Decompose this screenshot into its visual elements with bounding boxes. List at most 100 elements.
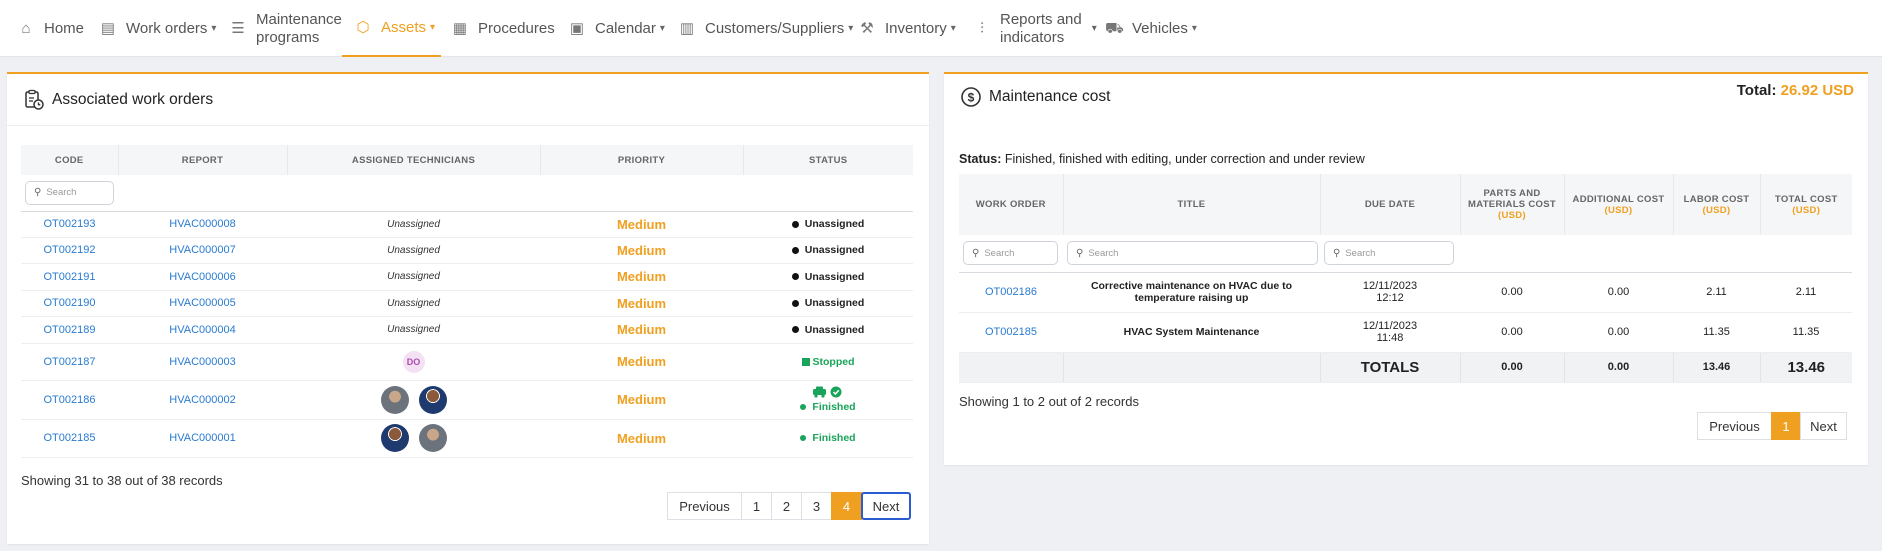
previous-button[interactable]: Previous	[1697, 412, 1772, 440]
col-status[interactable]: STATUS	[743, 145, 913, 175]
page-4-button[interactable]: 4	[831, 492, 862, 520]
maintenance-cost-table: WORK ORDER TITLE DUE DATE PARTS AND MATE…	[959, 174, 1852, 383]
code-link[interactable]: OT002190	[21, 290, 118, 317]
table-row[interactable]: OT002187 HVAC000003 DO Medium Stopped	[21, 343, 913, 381]
nav-customers-suppliers[interactable]: ▥ Customers/Suppliers ▾	[678, 0, 853, 57]
previous-button[interactable]: Previous	[667, 492, 742, 520]
totals-total: 13.46	[1760, 352, 1852, 383]
report-link[interactable]: HVAC000004	[118, 316, 287, 344]
calendar-icon: ▣	[569, 19, 585, 37]
col-assigned-technicians[interactable]: ASSIGNED TECHNICIANS	[287, 145, 541, 175]
work-order-search-input[interactable]: ⚲ Search	[963, 241, 1058, 266]
clipboard-list-icon: ▦	[452, 19, 468, 37]
table-row[interactable]: OT002192 HVAC000007 Unassigned Medium Un…	[21, 237, 913, 264]
status-dot-icon	[800, 404, 807, 411]
table-row[interactable]: OT002190 HVAC000005 Unassigned Medium Un…	[21, 290, 913, 317]
col-due-date[interactable]: DUE DATE	[1320, 174, 1461, 235]
code-search-input[interactable]: ⚲ Search	[25, 180, 114, 205]
next-button[interactable]: Next	[1800, 412, 1847, 440]
search-icon: ⚲	[34, 187, 42, 199]
report-link[interactable]: HVAC000003	[118, 343, 287, 381]
page-1-button[interactable]: 1	[741, 492, 772, 520]
work-order-link[interactable]: OT002186	[959, 272, 1063, 313]
table-row[interactable]: OT002185 HVAC System Maintenance 12/11/2…	[959, 312, 1852, 353]
table-row[interactable]: OT002186 Corrective maintenance on HVAC …	[959, 272, 1852, 313]
nav-vehicles[interactable]: ⛟ Vehicles ▾	[1105, 0, 1197, 57]
nav-calendar[interactable]: ▣ Calendar ▾	[568, 0, 665, 57]
status-dot-icon	[800, 435, 807, 442]
nav-home[interactable]: ⌂ Home	[17, 0, 84, 57]
nav-procedures[interactable]: ▦ Procedures	[451, 0, 555, 57]
nav-maintenance-programs[interactable]: ☰ Maintenance programs	[229, 0, 342, 57]
code-link[interactable]: OT002191	[21, 263, 118, 291]
report-link[interactable]: HVAC000001	[118, 419, 287, 458]
technician-cell	[287, 419, 540, 458]
report-link[interactable]: HVAC000005	[118, 290, 287, 317]
col-additional-cost[interactable]: ADDITIONAL COST (USD)	[1564, 174, 1674, 235]
total-cost-cell: 11.35	[1760, 312, 1852, 353]
code-link[interactable]: OT002186	[21, 380, 118, 420]
work-order-link[interactable]: OT002185	[959, 312, 1063, 353]
due-date-cell: 12/11/2023 12:12	[1320, 272, 1460, 313]
truck-icon: ⛟	[1105, 19, 1124, 37]
col-code[interactable]: CODE	[21, 145, 119, 175]
avatar[interactable]	[380, 424, 409, 452]
col-title[interactable]: TITLE	[1063, 174, 1321, 235]
nav-reports-indicators[interactable]: ⫶ Reports and indicators ▾	[973, 0, 1097, 57]
vehicle-check-icon	[813, 386, 842, 398]
technician-cell: Unassigned	[287, 316, 540, 344]
stop-square-icon	[801, 357, 810, 366]
avatar[interactable]	[380, 385, 409, 414]
page-1-button[interactable]: 1	[1771, 412, 1801, 440]
due-date-search-input[interactable]: ⚲ Search	[1324, 241, 1454, 266]
table-row[interactable]: OT002185 HVAC000001 Medium Finished	[21, 419, 913, 458]
nav-assets[interactable]: ⬡ Assets ▾	[342, 0, 441, 57]
report-link[interactable]: HVAC000007	[118, 237, 287, 264]
report-link[interactable]: HVAC000006	[118, 263, 287, 291]
totals-label: TOTALS	[1320, 352, 1461, 383]
pagination: Previous 1 2 3 4 Next	[667, 492, 911, 520]
work-orders-table: CODE REPORT ASSIGNED TECHNICIANS PRIORIT…	[21, 145, 913, 458]
totals-additional: 0.00	[1564, 352, 1674, 383]
code-link[interactable]: OT002189	[21, 316, 118, 344]
chevron-down-icon: ▾	[659, 23, 665, 34]
col-parts-materials-cost[interactable]: PARTS AND MATERIALS COST (USD)	[1460, 174, 1565, 235]
title-search-input[interactable]: ⚲ Search	[1067, 241, 1318, 266]
table-row[interactable]: OT002191 HVAC000006 Unassigned Medium Un…	[21, 263, 913, 291]
title-cell: Corrective maintenance on HVAC due to te…	[1063, 272, 1320, 313]
col-total-cost[interactable]: TOTAL COST (USD)	[1760, 174, 1852, 235]
nav-work-orders[interactable]: ▤ Work orders ▾	[99, 0, 217, 57]
table-row[interactable]: OT002186 HVAC000002 Medium Finished	[21, 380, 913, 420]
panel-header: Associated work orders	[7, 74, 929, 126]
page-3-button[interactable]: 3	[801, 492, 832, 520]
technician-cell: Unassigned	[287, 263, 540, 291]
status-dot-icon	[791, 220, 799, 228]
code-link[interactable]: OT002192	[21, 237, 118, 264]
report-link[interactable]: HVAC000002	[118, 380, 287, 420]
col-report[interactable]: REPORT	[118, 145, 288, 175]
code-link[interactable]: OT002185	[21, 419, 118, 458]
chevron-down-icon: ▾	[430, 22, 436, 33]
page-2-button[interactable]: 2	[771, 492, 802, 520]
avatar[interactable]	[418, 385, 447, 414]
total-cost-cell: 2.11	[1760, 272, 1852, 313]
report-link[interactable]: HVAC000008	[118, 211, 287, 238]
code-link[interactable]: OT002187	[21, 343, 118, 381]
nav-inventory[interactable]: ⚒ Inventory ▾	[858, 0, 955, 57]
col-priority[interactable]: PRIORITY	[540, 145, 744, 175]
code-link[interactable]: OT002193	[21, 211, 118, 238]
status-dot-icon	[791, 299, 799, 307]
status-cell: Unassigned	[743, 211, 913, 238]
status-cell: Finished	[743, 380, 913, 420]
col-labor-cost[interactable]: LABOR COST (USD)	[1673, 174, 1761, 235]
search-icon: ⚲	[1333, 247, 1341, 259]
table-row[interactable]: OT002189 HVAC000004 Unassigned Medium Un…	[21, 316, 913, 344]
table-row[interactable]: OT002193 HVAC000008 Unassigned Medium Un…	[21, 211, 913, 238]
status-cell: Unassigned	[743, 263, 913, 291]
next-button[interactable]: Next	[861, 492, 911, 520]
avatar[interactable]	[418, 424, 447, 452]
avatar[interactable]: DO	[402, 350, 425, 373]
search-icon: ⚲	[972, 247, 980, 259]
labor-cost-cell: 2.11	[1673, 272, 1760, 313]
col-work-order[interactable]: WORK ORDER	[959, 174, 1064, 235]
